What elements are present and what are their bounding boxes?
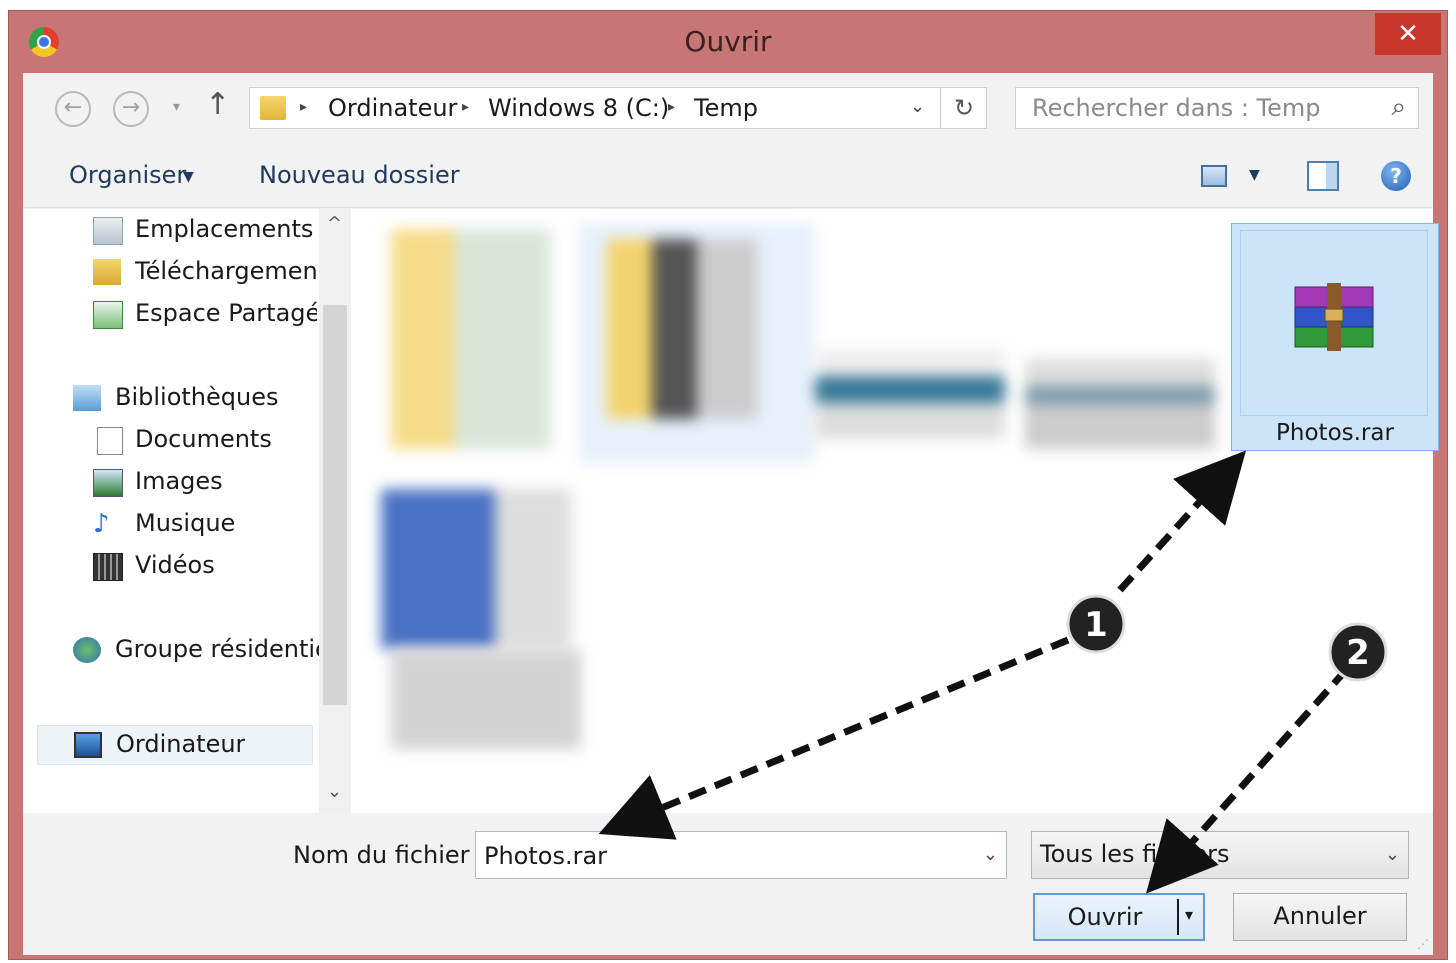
folder-icon (260, 96, 286, 120)
search-box[interactable]: Rechercher dans : Temp ⌕ (1015, 87, 1419, 129)
command-bar: Organiser ▼ Nouveau dossier ▼ ? (23, 145, 1433, 208)
organize-menu[interactable]: Organiser (69, 161, 186, 189)
forward-button[interactable]: → (113, 91, 149, 127)
rar-archive-icon (1294, 283, 1374, 351)
nav-libraries[interactable]: Bibliothèques (115, 383, 279, 411)
nav-music[interactable]: Musique (135, 509, 235, 537)
blurred-image-item[interactable] (815, 349, 1005, 439)
navigation-scrollbar[interactable]: ^ ⌄ (319, 209, 351, 813)
breadcrumb-temp[interactable]: Temp (694, 94, 758, 122)
nav-shared-space[interactable]: Espace Partagé (135, 299, 317, 327)
up-arrow-icon[interactable]: ↑ (205, 87, 230, 122)
back-button[interactable]: ← (55, 91, 91, 127)
open-file-dialog: Ouvrir ✕ ← → ▾ ↑ ▸ Ordinateur ▸ Windows … (8, 10, 1448, 960)
view-options-caret-icon[interactable]: ▼ (1249, 167, 1260, 183)
navigation-pane: Emplacements récents Téléchargements Esp… (23, 209, 336, 813)
filename-dropdown-icon[interactable]: ⌄ (983, 844, 998, 865)
videos-icon (93, 553, 123, 581)
open-options-arrow-icon[interactable]: ▾ (1185, 905, 1193, 924)
shared-space-icon (93, 301, 123, 329)
filename-value[interactable]: Photos.rar (484, 842, 607, 870)
file-item-photos-rar[interactable]: Photos.rar (1231, 223, 1439, 451)
scroll-down-icon[interactable]: ⌄ (327, 781, 342, 802)
search-icon[interactable]: ⌕ (1391, 92, 1406, 123)
breadcrumb-separator-icon[interactable]: ▸ (462, 99, 469, 115)
open-button[interactable]: Ouvrir ▾ (1033, 893, 1205, 941)
file-type-select[interactable]: Tous les fichiers ⌄ (1031, 831, 1409, 879)
change-view-icon[interactable] (1201, 165, 1227, 187)
thumbnail-frame (1240, 230, 1428, 416)
nav-videos[interactable]: Vidéos (135, 551, 215, 579)
cancel-button[interactable]: Annuler (1233, 893, 1407, 941)
resize-grip-icon[interactable]: ⋰ (1417, 937, 1429, 951)
downloads-folder-icon (93, 259, 121, 285)
recent-places-icon (93, 217, 123, 245)
breadcrumb-separator-icon[interactable]: ▸ (300, 99, 307, 115)
preview-pane-icon[interactable] (1307, 161, 1339, 191)
computer-icon (74, 732, 102, 758)
file-list[interactable]: Photos.rar (351, 209, 1439, 813)
nav-recent-places[interactable]: Emplacements récents (135, 215, 317, 243)
file-name-label: Photos.rar (1276, 420, 1394, 446)
scroll-up-icon[interactable]: ^ (327, 213, 342, 234)
nav-computer[interactable]: Ordinateur (116, 730, 245, 758)
nav-documents[interactable]: Documents (135, 425, 272, 453)
file-type-value[interactable]: Tous les fichiers (1040, 840, 1230, 868)
open-button-label[interactable]: Ouvrir (1035, 903, 1175, 931)
filename-label: Nom du fichier : (293, 841, 486, 869)
file-type-dropdown-icon[interactable]: ⌄ (1385, 844, 1400, 865)
address-bar[interactable]: ▸ Ordinateur ▸ Windows 8 (C:) ▸ Temp ⌄ ↻ (249, 87, 987, 129)
address-dropdown-icon[interactable]: ⌄ (910, 96, 925, 117)
new-folder-button[interactable]: Nouveau dossier (259, 161, 460, 189)
organize-caret-icon[interactable]: ▼ (183, 169, 194, 185)
split-divider (1177, 899, 1179, 935)
blurred-image-item[interactable] (1025, 359, 1215, 449)
blurred-folder-item[interactable] (607, 239, 757, 419)
help-icon[interactable]: ? (1381, 161, 1411, 191)
breadcrumb-computer[interactable]: Ordinateur (328, 94, 457, 122)
address-row: ← → ▾ ↑ ▸ Ordinateur ▸ Windows 8 (C:) ▸ … (23, 73, 1433, 143)
title-bar[interactable]: Ouvrir ✕ (9, 11, 1447, 73)
close-button[interactable]: ✕ (1375, 13, 1441, 55)
images-icon (93, 469, 123, 497)
dialog-client-area: ← → ▾ ↑ ▸ Ordinateur ▸ Windows 8 (C:) ▸ … (23, 73, 1439, 955)
nav-images[interactable]: Images (135, 467, 223, 495)
dialog-title: Ouvrir (684, 25, 772, 58)
libraries-icon (73, 385, 101, 411)
blurred-file-item[interactable] (391, 649, 581, 749)
breadcrumb-drive[interactable]: Windows 8 (C:) (488, 94, 669, 122)
dialog-footer: Nom du fichier : Photos.rar ⌄ Tous les f… (23, 813, 1433, 955)
nav-homegroup[interactable]: Groupe résidentiel (115, 635, 336, 663)
refresh-icon[interactable]: ↻ (940, 88, 987, 128)
search-placeholder[interactable]: Rechercher dans : Temp (1032, 94, 1321, 122)
nav-computer-row[interactable]: Ordinateur (37, 725, 313, 765)
recent-locations-icon[interactable]: ▾ (173, 99, 180, 115)
music-icon: ♪ (93, 509, 110, 539)
homegroup-icon (73, 637, 101, 663)
scrollbar-thumb[interactable] (323, 305, 347, 705)
filename-input[interactable]: Photos.rar ⌄ (475, 831, 1007, 879)
nav-downloads[interactable]: Téléchargements (135, 257, 317, 285)
breadcrumb-separator-icon[interactable]: ▸ (668, 99, 675, 115)
blurred-folder-item[interactable] (391, 229, 551, 449)
documents-icon (97, 427, 123, 455)
blurred-document-item[interactable] (381, 489, 571, 649)
